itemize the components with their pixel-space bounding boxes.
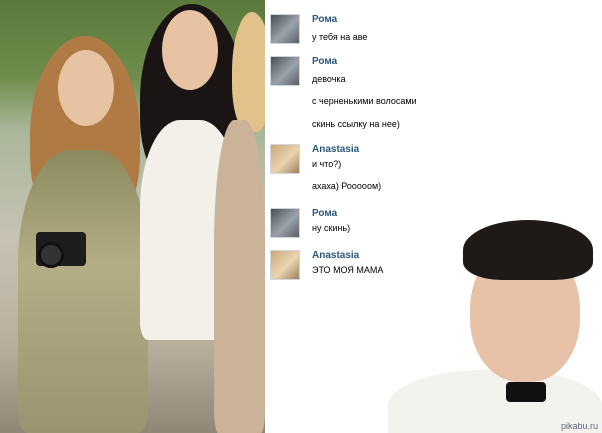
message-text: скинь ссылку на нее) [312,119,400,129]
man-hair [463,220,593,280]
message-text: девочка [312,74,346,84]
woman-middle-face [162,10,218,90]
sender-name[interactable]: Рома [312,14,337,25]
woman-left-face [58,50,114,126]
roma-avatar[interactable] [270,56,300,86]
bow-tie-icon [506,382,546,402]
sender-name[interactable]: Anastasia [312,144,359,155]
group-photo [0,0,265,433]
message-text: с черненькими волосами [312,96,417,106]
reaction-meme-image [388,220,602,433]
message-text: и что?) [312,159,342,169]
message-text: ахаха) Рооооом) [312,181,382,191]
woman-right-hair [232,12,265,132]
message-text: у тебя на аве [312,32,368,42]
roma-avatar[interactable] [270,14,300,44]
anastasia-avatar[interactable] [270,144,300,174]
camera-lens-icon [38,242,64,268]
message-text: ЭТО МОЯ МАМА [312,265,384,275]
sender-name[interactable]: Anastasia [312,250,359,261]
woman-left-dress [18,150,148,433]
roma-avatar[interactable] [270,208,300,238]
message-text: ну скинь) [312,223,351,233]
sender-name[interactable]: Рома [312,56,337,67]
woman-right-dress [214,120,265,433]
anastasia-avatar[interactable] [270,250,300,280]
watermark: pikabu.ru [560,421,598,431]
sender-name[interactable]: Рома [312,208,337,219]
